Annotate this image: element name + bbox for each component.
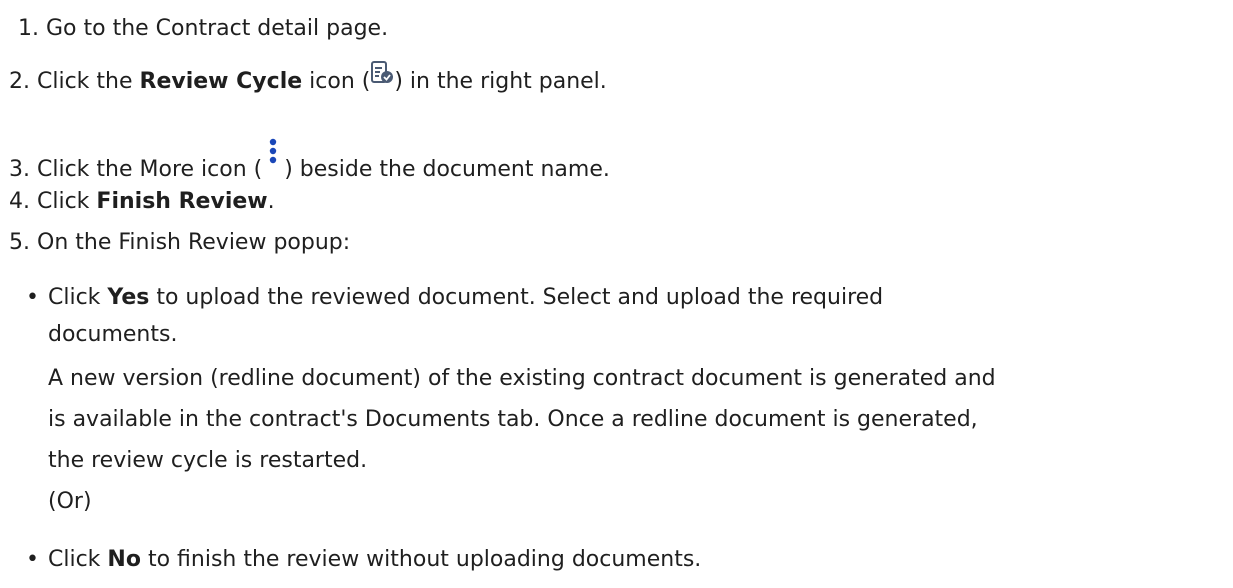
step-4: 4. Click Finish Review. xyxy=(9,187,275,217)
step-2: 2. Click the Review Cycle icon ( ) in th… xyxy=(9,61,607,97)
review-cycle-label: Review Cycle xyxy=(139,69,303,94)
step-number: 5. xyxy=(9,230,30,255)
review-cycle-icon xyxy=(370,60,394,88)
option-no-line1: Click No to finish the review without up… xyxy=(48,545,701,575)
step-text-pre: Click the xyxy=(37,69,140,94)
step-5: 5. On the Finish Review popup: xyxy=(9,228,350,258)
option-text-post: to upload the reviewed document. Select … xyxy=(149,285,884,310)
step-1: 1. Go to the Contract detail page. xyxy=(18,14,388,44)
option-yes-line6: (Or) xyxy=(48,489,92,514)
step-text-post: ) beside the document name. xyxy=(284,157,610,182)
option-yes-line1: Click Yes to upload the reviewed documen… xyxy=(48,283,883,313)
step-number: 2. xyxy=(9,69,30,94)
option-text-post: to finish the review without uploading d… xyxy=(140,547,702,572)
step-text-mid: icon ( xyxy=(302,69,371,94)
finish-review-label: Finish Review xyxy=(96,189,268,214)
step-text-pre: Click xyxy=(37,189,97,214)
step-text: On the Finish Review popup: xyxy=(37,230,351,255)
step-text-pre: Click the More icon ( xyxy=(37,157,263,182)
step-text: Go to the Contract detail page. xyxy=(46,16,389,41)
option-yes-line5: the review cycle is restarted. xyxy=(48,448,368,473)
step-number: 4. xyxy=(9,189,30,214)
step-number: 1. xyxy=(18,16,39,41)
option-yes-line3: A new version (redline document) of the … xyxy=(48,366,996,391)
bullet-no: • xyxy=(26,547,39,572)
option-text-pre: Click xyxy=(48,547,108,572)
option-yes-line2: documents. xyxy=(48,322,178,347)
bullet-yes: • xyxy=(26,285,39,310)
option-text-pre: Click xyxy=(48,285,108,310)
yes-label: Yes xyxy=(107,285,150,310)
step-number: 3. xyxy=(9,157,30,182)
step-3: 3. Click the More icon ( ) beside the do… xyxy=(9,138,610,190)
step-text-post: . xyxy=(267,189,275,214)
step-text-post: ) in the right panel. xyxy=(394,69,607,94)
more-vertical-icon xyxy=(262,136,284,176)
no-label: No xyxy=(107,547,141,572)
option-yes-line4: is available in the contract's Documents… xyxy=(48,407,978,432)
